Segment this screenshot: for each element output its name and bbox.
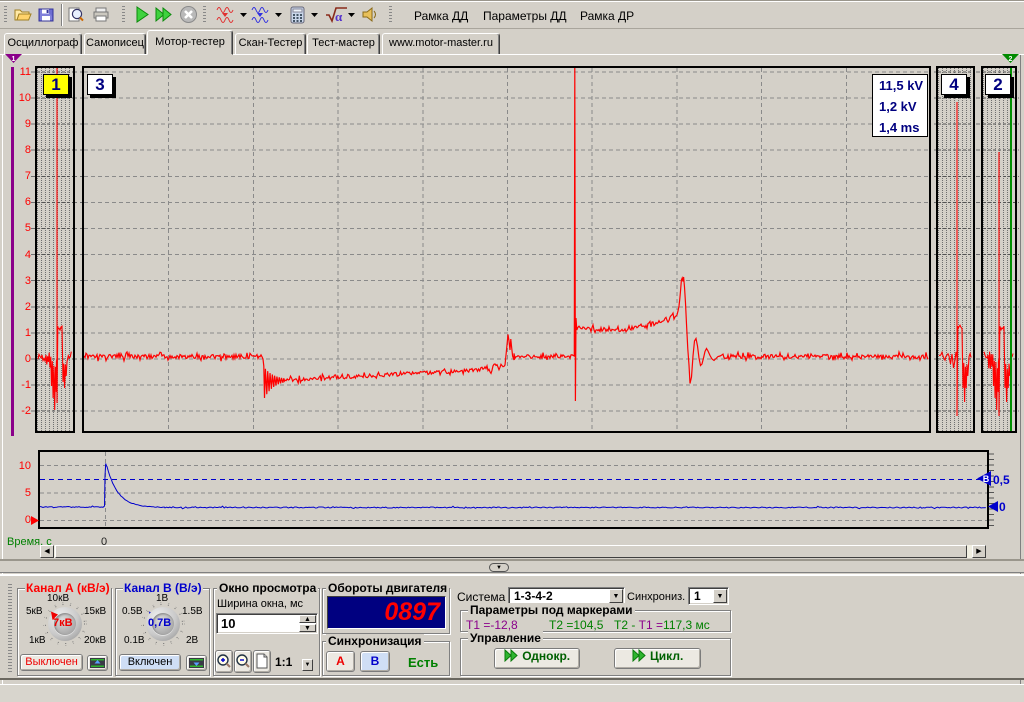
svg-text:2: 2 [1009, 56, 1013, 63]
svg-text:B: B [983, 474, 990, 484]
svg-text:α: α [335, 9, 343, 24]
